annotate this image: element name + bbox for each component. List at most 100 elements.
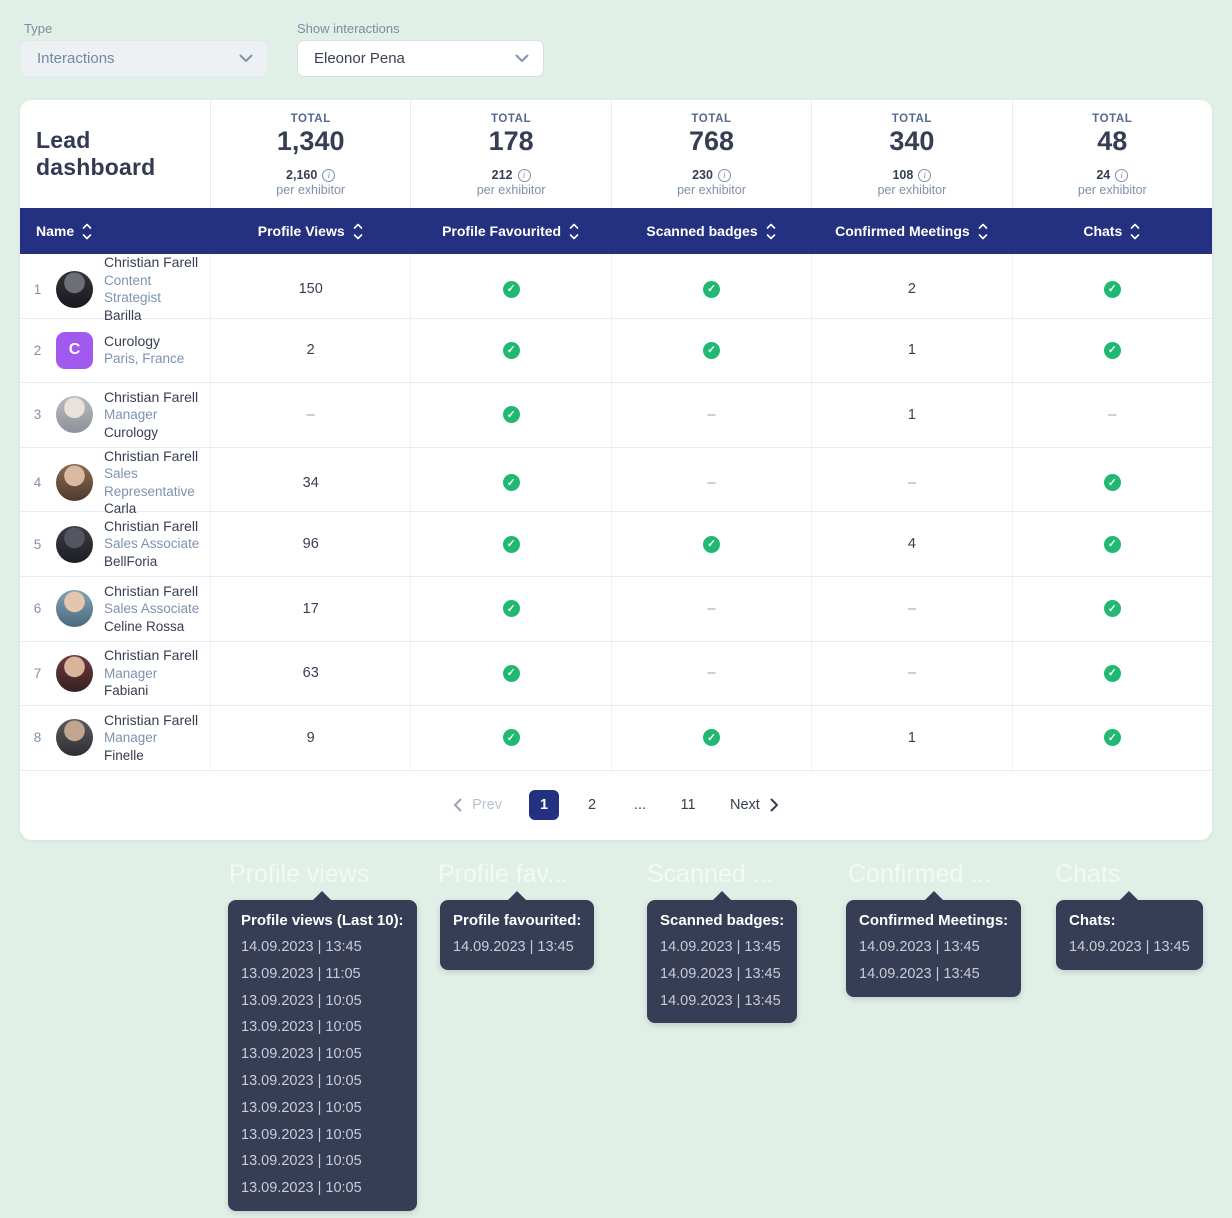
stat-profile-views: TOTAL 1,340 2,160i per exhibitor bbox=[210, 100, 410, 208]
type-filter-label: Type bbox=[24, 21, 52, 36]
chevron-down-icon bbox=[239, 54, 253, 63]
info-icon[interactable]: i bbox=[322, 169, 335, 182]
tooltip-date: 14.09.2023 | 13:45 bbox=[660, 988, 784, 1015]
cell-value: 1 bbox=[908, 407, 916, 423]
table-cell: – bbox=[611, 642, 811, 706]
tooltip-date: 14.09.2023 | 13:45 bbox=[453, 934, 581, 961]
table-row[interactable]: 4 Christian Farell Sales Representative … bbox=[20, 448, 1212, 513]
empty-value: – bbox=[1108, 407, 1116, 423]
table-row[interactable]: 2 C Curology Paris, France 2✓✓1✓ bbox=[20, 319, 1212, 384]
tooltip-profile-favourited: Profile favourited: 14.09.2023 | 13:45 bbox=[440, 900, 594, 970]
table-cell: ✓ bbox=[410, 448, 610, 518]
check-icon: ✓ bbox=[703, 536, 720, 553]
avatar bbox=[56, 590, 93, 627]
stat-total-value: 1,340 bbox=[277, 126, 345, 157]
lead-name: Christian Farell bbox=[104, 448, 210, 466]
table-cell: 17 bbox=[210, 577, 410, 641]
lead-role: Sales Representative bbox=[104, 465, 210, 500]
table-cell: ✓ bbox=[410, 319, 610, 383]
lead-dashboard-card: Lead dashboard TOTAL 1,340 2,160i per ex… bbox=[20, 100, 1212, 840]
table-row[interactable]: 7 Christian Farell Manager Fabiani 63✓––… bbox=[20, 642, 1212, 707]
empty-value: – bbox=[707, 475, 715, 491]
page-button-11[interactable]: 11 bbox=[673, 790, 703, 820]
table-cell: ✓ bbox=[1012, 642, 1212, 706]
table-row[interactable]: 1 Christian Farell Content Strategist Ba… bbox=[20, 254, 1212, 319]
stat-per-value: 230 bbox=[692, 168, 713, 182]
stat-scanned-badges: TOTAL 768 230i per exhibitor bbox=[611, 100, 811, 208]
info-icon[interactable]: i bbox=[1115, 169, 1128, 182]
check-icon: ✓ bbox=[1104, 536, 1121, 553]
lead-name: Christian Farell bbox=[104, 254, 210, 272]
column-header-label: Name bbox=[36, 223, 74, 239]
column-header-scanned-badges[interactable]: Scanned badges bbox=[611, 223, 811, 240]
info-icon[interactable]: i bbox=[718, 169, 731, 182]
tooltip-date: 13.09.2023 | 10:05 bbox=[241, 1175, 404, 1202]
empty-value: – bbox=[908, 475, 916, 491]
check-icon: ✓ bbox=[1104, 729, 1121, 746]
tooltip-date: 13.09.2023 | 10:05 bbox=[241, 1148, 404, 1175]
check-icon: ✓ bbox=[1104, 342, 1121, 359]
table-cell: ✓ bbox=[611, 319, 811, 383]
lead-name: Christian Farell bbox=[104, 647, 198, 665]
table-cell: 2 bbox=[811, 254, 1011, 324]
ghost-column-title: Confirmed ... bbox=[848, 860, 991, 889]
tooltip-date: 14.09.2023 | 13:45 bbox=[859, 961, 1008, 988]
check-icon: ✓ bbox=[503, 474, 520, 491]
column-header-name[interactable]: Name bbox=[20, 223, 210, 240]
sort-icon bbox=[978, 223, 988, 240]
empty-value: – bbox=[707, 665, 715, 681]
table-cell: ✓ bbox=[410, 383, 610, 447]
column-header-profile-views[interactable]: Profile Views bbox=[210, 223, 410, 240]
table-cell: 63 bbox=[210, 642, 410, 706]
tooltip-date: 13.09.2023 | 10:05 bbox=[241, 988, 404, 1015]
cell-value: 9 bbox=[307, 730, 315, 746]
lead-company: Finelle bbox=[104, 747, 198, 765]
table-cell: ✓ bbox=[1012, 706, 1212, 770]
column-header-confirmed-meetings[interactable]: Confirmed Meetings bbox=[811, 223, 1011, 240]
check-icon: ✓ bbox=[703, 281, 720, 298]
info-icon[interactable]: i bbox=[918, 169, 931, 182]
table-cell: ✓ bbox=[1012, 448, 1212, 518]
sort-icon bbox=[82, 223, 92, 240]
column-header-profile-favourited[interactable]: Profile Favourited bbox=[410, 223, 610, 240]
avatar bbox=[56, 271, 93, 308]
tooltip-title: Confirmed Meetings: bbox=[859, 908, 1008, 934]
lead-company: Fabiani bbox=[104, 682, 198, 700]
table-row[interactable]: 8 Christian Farell Manager Finelle 9✓✓1✓ bbox=[20, 706, 1212, 771]
column-header-chats[interactable]: Chats bbox=[1012, 223, 1212, 240]
check-icon: ✓ bbox=[503, 406, 520, 423]
check-icon: ✓ bbox=[503, 281, 520, 298]
table-row[interactable]: 6 Christian Farell Sales Associate Celin… bbox=[20, 577, 1212, 642]
tooltip-profile-views: Profile views (Last 10): 14.09.2023 | 13… bbox=[228, 900, 417, 1211]
stat-per-label: per exhibitor bbox=[477, 183, 546, 197]
check-icon: ✓ bbox=[503, 729, 520, 746]
next-button[interactable]: Next bbox=[730, 797, 779, 813]
prev-button[interactable]: Prev bbox=[453, 797, 502, 813]
table-row[interactable]: 3 Christian Farell Manager Curology –✓–1… bbox=[20, 383, 1212, 448]
avatar bbox=[56, 526, 93, 563]
page-button-1[interactable]: 1 bbox=[529, 790, 559, 820]
row-index: 3 bbox=[30, 407, 45, 422]
avatar bbox=[56, 719, 93, 756]
type-select[interactable]: Interactions bbox=[20, 40, 268, 77]
table-cell: 1 bbox=[811, 706, 1011, 770]
tooltip-confirmed-meetings: Confirmed Meetings: 14.09.2023 | 13:4514… bbox=[846, 900, 1021, 997]
stat-chats: TOTAL 48 24i per exhibitor bbox=[1012, 100, 1212, 208]
row-index: 5 bbox=[30, 537, 45, 552]
table-cell: – bbox=[811, 448, 1011, 518]
cell-value: 4 bbox=[908, 536, 916, 552]
table-cell: ✓ bbox=[1012, 319, 1212, 383]
table-row[interactable]: 5 Christian Farell Sales Associate BellF… bbox=[20, 512, 1212, 577]
attendee-select[interactable]: Eleonor Pena bbox=[297, 40, 544, 77]
lead-company: Curology bbox=[104, 424, 198, 442]
ghost-column-title: Profile fav... bbox=[438, 860, 568, 889]
ghost-column-title: Profile views bbox=[229, 860, 369, 889]
column-header-label: Confirmed Meetings bbox=[835, 223, 970, 239]
type-select-value: Interactions bbox=[37, 50, 115, 67]
chevron-left-icon bbox=[453, 798, 462, 812]
info-icon[interactable]: i bbox=[518, 169, 531, 182]
cell-value: 63 bbox=[303, 665, 319, 681]
stat-total-value: 178 bbox=[489, 126, 534, 157]
lead-name: Christian Farell bbox=[104, 712, 198, 730]
page-button-2[interactable]: 2 bbox=[577, 790, 607, 820]
